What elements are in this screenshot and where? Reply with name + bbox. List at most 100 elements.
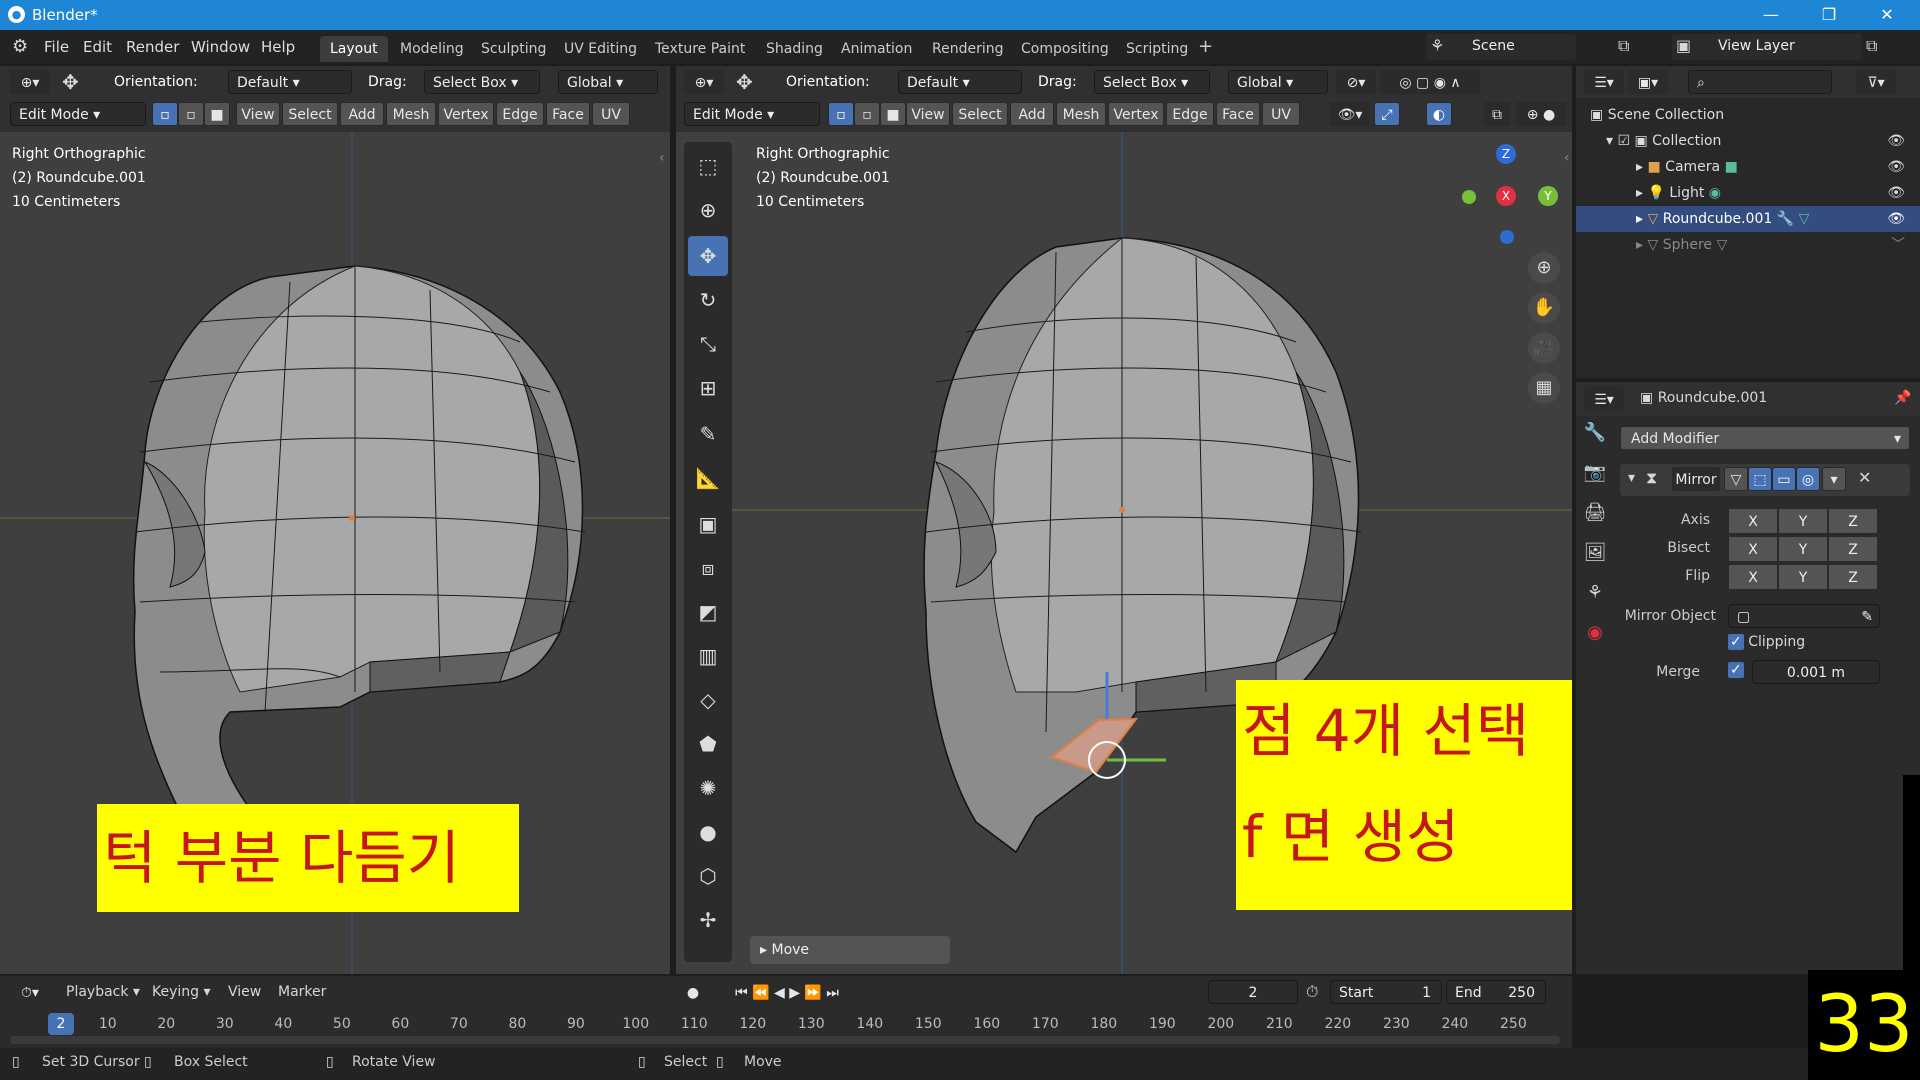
tab-sculpting[interactable]: Sculpting: [471, 36, 556, 62]
modifier-options-icon[interactable]: ▾: [1822, 467, 1846, 491]
menu-face-right[interactable]: Face: [1216, 102, 1260, 126]
viewport-toggle-icon[interactable]: ▭: [1772, 467, 1796, 491]
blender-menu-icon[interactable]: ⚙: [12, 36, 28, 57]
pan-hand-icon[interactable]: ✋: [1528, 292, 1560, 324]
vertex-select-icon[interactable]: ▫: [152, 102, 178, 126]
transform-pivot-icon[interactable]: ✥: [62, 70, 79, 94]
tab-modeling[interactable]: Modeling: [390, 36, 474, 62]
view-layer-tab-icon[interactable]: 🖼: [1580, 542, 1610, 582]
drag-dropdown-right[interactable]: Select Box ▾: [1094, 70, 1210, 94]
eye-icon[interactable]: 👁: [1887, 206, 1905, 232]
bisect-x-toggle[interactable]: X: [1728, 536, 1778, 562]
outliner-light[interactable]: ▸ 💡 Light ◉ 👁: [1576, 180, 1920, 206]
filter-icon[interactable]: ⊽▾: [1856, 70, 1896, 94]
view-layer-selector[interactable]: ▣ View Layer: [1672, 34, 1862, 60]
outliner-editor-type-icon[interactable]: ☰▾: [1584, 70, 1624, 94]
visibility-icon[interactable]: 👁▾: [1330, 102, 1370, 126]
menu-edge[interactable]: Edge: [496, 102, 544, 126]
xray-icon[interactable]: ⧉: [1484, 102, 1510, 126]
eye-icon[interactable]: 👁: [1887, 180, 1905, 206]
menu-vertex-right[interactable]: Vertex: [1108, 102, 1164, 126]
tab-shading[interactable]: Shading: [756, 36, 833, 62]
outliner-search-input[interactable]: ⌕: [1688, 70, 1832, 94]
output-tab-icon[interactable]: 🖨: [1580, 502, 1610, 542]
drag-dropdown[interactable]: Select Box ▾: [424, 70, 540, 94]
properties-editor-type-icon[interactable]: ☰▾: [1584, 387, 1624, 411]
outliner-collection[interactable]: ▾ ☑ ▣ Collection 👁: [1576, 128, 1920, 154]
outliner-scene-collection[interactable]: ▣ Scene Collection: [1576, 102, 1920, 128]
collapse-toolbar-icon[interactable]: ‹: [659, 150, 665, 166]
menu-face[interactable]: Face: [546, 102, 590, 126]
axis-y-toggle[interactable]: Y: [1778, 508, 1828, 534]
snap-icon[interactable]: ⊘▾: [1336, 70, 1376, 94]
flip-y-toggle[interactable]: Y: [1778, 564, 1828, 590]
eye-icon[interactable]: 👁: [1887, 154, 1905, 180]
camera-view-icon[interactable]: 🎥: [1528, 332, 1560, 364]
maximize-icon[interactable]: ❐: [1806, 2, 1852, 28]
proportional-edit-icon[interactable]: ◎ ▢ ◉ ∧: [1380, 70, 1480, 94]
end-frame-field[interactable]: End 250: [1446, 980, 1546, 1004]
transform-orientation-dropdown[interactable]: Global ▾: [558, 70, 658, 94]
render-toggle-icon[interactable]: ◎: [1796, 467, 1820, 491]
pin-icon[interactable]: 📌: [1894, 390, 1911, 406]
gizmo-z-axis[interactable]: Z: [1496, 144, 1516, 164]
edit-mode-toggle-icon[interactable]: ▽: [1724, 467, 1748, 491]
new-scene-icon[interactable]: ⧉: [1618, 36, 1629, 56]
menu-add-right[interactable]: Add: [1010, 102, 1054, 126]
menu-help[interactable]: Help: [261, 38, 295, 56]
editor-type-icon[interactable]: ⊕▾: [10, 70, 50, 94]
menu-window[interactable]: Window: [191, 38, 250, 56]
menu-view[interactable]: View: [236, 102, 280, 126]
gizmo-y-axis[interactable]: Y: [1538, 186, 1558, 206]
tab-compositing[interactable]: Compositing: [1011, 36, 1119, 62]
gizmo-icon[interactable]: ⤢: [1374, 102, 1400, 126]
bisect-z-toggle[interactable]: Z: [1828, 536, 1878, 562]
playback-controls[interactable]: ⏮ ⏪ ◀ ▶ ⏩ ⏭: [712, 980, 862, 1004]
tab-rendering[interactable]: Rendering: [922, 36, 1014, 62]
menu-vertex[interactable]: Vertex: [438, 102, 494, 126]
editor-type-icon-right[interactable]: ⊕▾: [684, 70, 724, 94]
record-icon[interactable]: ●: [680, 980, 706, 1004]
expand-icon[interactable]: ▾: [1628, 470, 1635, 486]
edge-select-icon[interactable]: ▫: [178, 102, 204, 126]
gizmo-neg-y[interactable]: [1462, 190, 1476, 204]
face-select-icon[interactable]: ■: [204, 102, 230, 126]
tab-uv-editing[interactable]: UV Editing: [554, 36, 647, 62]
render-tab-icon[interactable]: 📷: [1580, 462, 1610, 502]
tool-tab-icon[interactable]: 🔧: [1580, 422, 1610, 462]
face-select-icon-right[interactable]: ■: [880, 102, 906, 126]
start-frame-field[interactable]: Start 1: [1330, 980, 1442, 1004]
tab-animation[interactable]: Animation: [831, 36, 922, 62]
gizmo-neg-z[interactable]: [1500, 230, 1514, 244]
menu-render[interactable]: Render: [126, 38, 179, 56]
add-modifier-button[interactable]: Add Modifier ▾: [1620, 426, 1910, 450]
menu-select-right[interactable]: Select: [952, 102, 1008, 126]
menu-select[interactable]: Select: [282, 102, 338, 126]
modifier-name-field[interactable]: Mirror: [1672, 467, 1720, 491]
timeline-scrollbar[interactable]: [10, 1036, 1560, 1044]
outliner-roundcube[interactable]: ▸ ▽ Roundcube.001 🔧 ▽ 👁: [1576, 206, 1920, 232]
mode-dropdown-right[interactable]: Edit Mode ▾: [684, 102, 820, 126]
add-workspace-icon[interactable]: +: [1198, 36, 1213, 57]
marker-menu[interactable]: Marker: [278, 984, 326, 1000]
perspective-grid-icon[interactable]: ▦: [1528, 372, 1560, 404]
menu-mesh[interactable]: Mesh: [386, 102, 436, 126]
gizmo-x-axis[interactable]: X: [1496, 186, 1516, 206]
axis-z-toggle[interactable]: Z: [1828, 508, 1878, 534]
shading-icon[interactable]: ⊕ ●: [1516, 102, 1566, 126]
merge-distance-field[interactable]: 0.001 m: [1752, 660, 1880, 684]
zoom-icon[interactable]: ⊕: [1528, 252, 1560, 284]
minimize-icon[interactable]: —: [1748, 2, 1794, 28]
menu-file[interactable]: File: [44, 38, 69, 56]
collapse-sidebar-icon[interactable]: ‹: [1564, 150, 1570, 166]
scene-selector[interactable]: ⚘ Scene: [1426, 34, 1576, 60]
mode-dropdown[interactable]: Edit Mode ▾: [10, 102, 146, 126]
outliner-sphere[interactable]: ▸ ▽ Sphere ▽ ﹀: [1576, 232, 1920, 258]
vertex-select-icon-right[interactable]: ▫: [828, 102, 854, 126]
merge-checkbox[interactable]: ✓: [1728, 662, 1744, 678]
orientation-dropdown-right[interactable]: Default ▾: [898, 70, 1022, 94]
transform-orientation-dropdown-right[interactable]: Global ▾: [1228, 70, 1328, 94]
remove-modifier-icon[interactable]: ✕: [1858, 468, 1871, 487]
flip-z-toggle[interactable]: Z: [1828, 564, 1878, 590]
viewport-right[interactable]: ⊕▾ ✥ Orientation: Default ▾ Drag: Select…: [676, 66, 1572, 974]
